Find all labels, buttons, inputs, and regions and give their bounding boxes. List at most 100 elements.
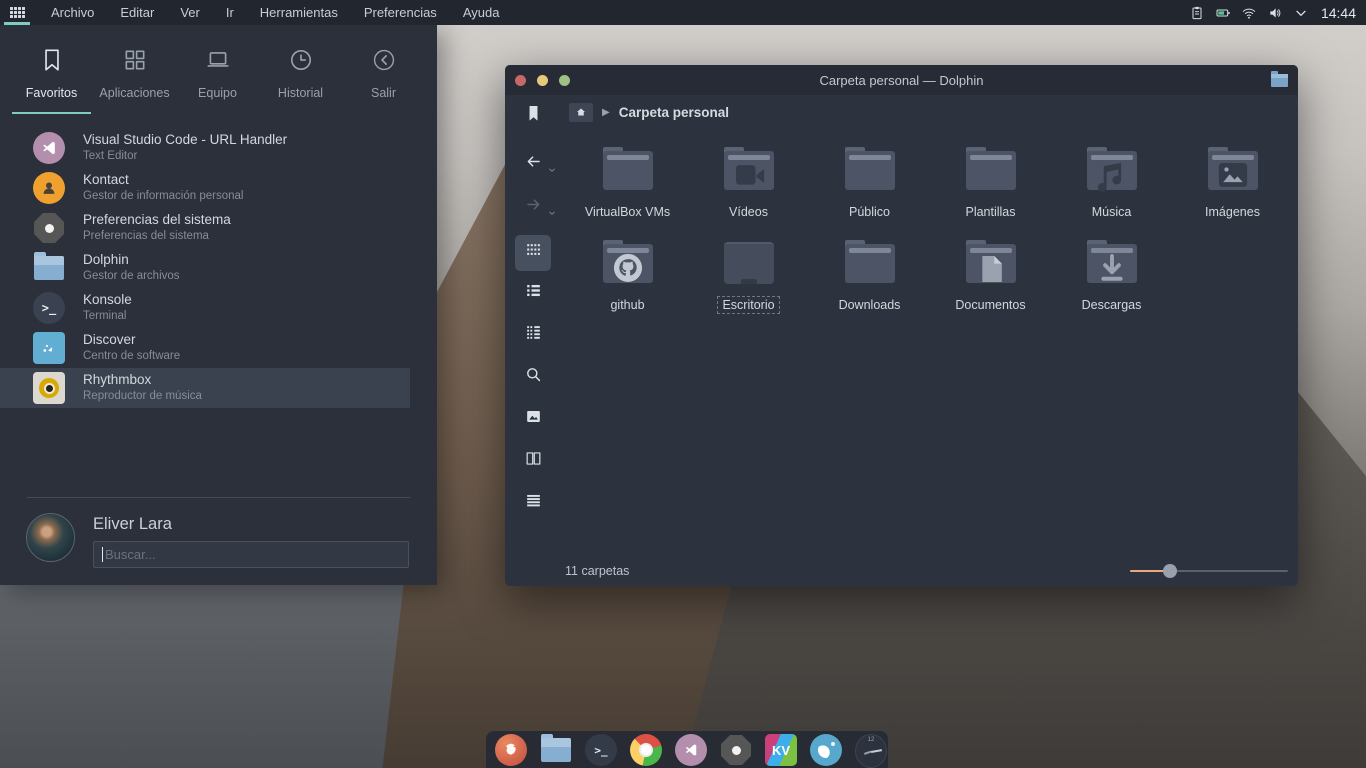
dock-vscode-icon[interactable] — [675, 734, 707, 766]
dolphin-icon — [33, 252, 65, 284]
dock-kdenlive-icon[interactable]: KV — [765, 734, 797, 766]
split-view-icon — [524, 449, 543, 473]
grid-view-button[interactable] — [515, 235, 551, 271]
app-item-discover[interactable]: Discover Centro de software — [0, 328, 437, 368]
app-grid-icon — [10, 7, 25, 18]
app-description: Text Editor — [83, 149, 287, 163]
app-item-rhythmbox[interactable]: Rhythmbox Reproductor de música — [0, 368, 410, 408]
clock[interactable]: 14:44 — [1321, 5, 1356, 21]
maximize-button[interactable] — [559, 75, 570, 86]
app-item-kontact[interactable]: Kontact Gestor de información personal — [0, 168, 437, 208]
forward-button[interactable] — [521, 196, 545, 218]
tab-favoritos[interactable]: Favoritos — [10, 39, 93, 114]
folder-icon — [844, 147, 896, 191]
split-view-button[interactable] — [521, 450, 545, 472]
plain-glyph-icon — [602, 161, 654, 191]
volume-icon[interactable] — [1267, 4, 1284, 21]
music-glyph-icon — [1086, 161, 1138, 191]
search-button[interactable] — [521, 366, 545, 388]
app-item-settings[interactable]: Preferencias del sistema Preferencias de… — [0, 208, 437, 248]
rhythmbox-icon — [33, 372, 65, 404]
plain-glyph-icon — [965, 161, 1017, 191]
preview-button[interactable] — [521, 408, 545, 430]
menu-archivo[interactable]: Archivo — [38, 1, 107, 24]
dock-chrome-icon[interactable] — [630, 734, 662, 766]
app-name: Visual Studio Code - URL Handler — [83, 132, 287, 149]
dock-settings-icon[interactable] — [720, 734, 752, 766]
app-description: Centro de software — [83, 349, 180, 363]
folder-name: Downloads — [834, 296, 906, 314]
slider-handle[interactable] — [1163, 564, 1177, 578]
logout-icon — [371, 47, 397, 76]
folder-name: Vídeos — [724, 203, 773, 221]
folder-item-público[interactable]: Público — [809, 137, 930, 230]
folder-item-downloads[interactable]: Downloads — [809, 230, 930, 323]
clipboard-icon[interactable] — [1189, 4, 1206, 21]
app-description: Gestor de información personal — [83, 189, 243, 203]
folder-item-vídeos[interactable]: Vídeos — [688, 137, 809, 230]
folder-item-documentos[interactable]: Documentos — [930, 230, 1051, 323]
battery-icon[interactable] — [1215, 4, 1232, 21]
breadcrumb-path[interactable]: Carpeta personal — [619, 105, 729, 120]
system-tray: 14:44 — [1189, 4, 1366, 21]
user-avatar[interactable] — [26, 513, 75, 562]
dock-clock-widget[interactable]: 12 — [855, 734, 887, 768]
menu-button[interactable] — [521, 492, 545, 514]
dock-paint-icon[interactable] — [810, 734, 842, 766]
folder-item-música[interactable]: Música — [1051, 137, 1172, 230]
app-description: Preferencias del sistema — [83, 229, 231, 243]
folder-item-descargas[interactable]: Descargas — [1051, 230, 1172, 323]
home-folder-button[interactable] — [569, 103, 593, 122]
dock-terminal-icon[interactable]: >_ — [585, 734, 617, 766]
wifi-icon[interactable] — [1241, 4, 1258, 21]
menu-preferencias[interactable]: Preferencias — [351, 1, 450, 24]
menu-editar[interactable]: Editar — [107, 1, 167, 24]
tab-equipo[interactable]: Equipo — [176, 39, 259, 114]
search-input[interactable] — [105, 547, 400, 562]
folder-grid: VirtualBox VMs Vídeos Público Plantillas — [567, 137, 1293, 323]
caret-down-icon[interactable] — [548, 161, 556, 179]
app-item-konsole[interactable]: >_ Konsole Terminal — [0, 288, 437, 328]
folder-item-virtualbox-vms[interactable]: VirtualBox VMs — [567, 137, 688, 230]
github-glyph-icon — [602, 254, 654, 284]
user-name: Eliver Lara — [93, 515, 409, 534]
folder-item-github[interactable]: github — [567, 230, 688, 323]
close-button[interactable] — [515, 75, 526, 86]
dock-firefox-icon[interactable] — [495, 734, 527, 766]
app-launcher-button[interactable] — [0, 0, 34, 25]
tab-label: Salir — [371, 86, 396, 100]
menu-ayuda[interactable]: Ayuda — [450, 1, 513, 24]
bookmark-button[interactable] — [521, 105, 545, 127]
window-titlebar[interactable]: Carpeta personal — Dolphin — [505, 65, 1298, 95]
minimize-button[interactable] — [537, 75, 548, 86]
folder-icon — [1207, 147, 1259, 191]
tab-aplicaciones[interactable]: Aplicaciones — [93, 39, 176, 114]
history-icon — [288, 47, 314, 76]
plain-glyph-icon — [844, 254, 896, 284]
zoom-slider[interactable] — [1130, 563, 1288, 579]
tab-historial[interactable]: Historial — [259, 39, 342, 114]
menu-ver[interactable]: Ver — [167, 1, 213, 24]
folder-item-imágenes[interactable]: Imágenes — [1172, 137, 1293, 230]
compact-view-button[interactable] — [521, 324, 545, 346]
folder-item-plantillas[interactable]: Plantillas — [930, 137, 1051, 230]
dock-files-icon[interactable] — [540, 734, 572, 766]
dolphin-window: Carpeta personal — Dolphin ▶ Carpeta per… — [505, 65, 1298, 586]
launcher-search-box[interactable] — [93, 541, 409, 568]
app-item-vscode[interactable]: Visual Studio Code - URL Handler Text Ed… — [0, 128, 437, 168]
bookmark-icon — [39, 47, 65, 76]
app-item-dolphin[interactable]: Dolphin Gestor de archivos — [0, 248, 437, 288]
back-button[interactable] — [521, 153, 545, 175]
folder-item-escritorio[interactable]: Escritorio — [688, 230, 809, 323]
folder-icon — [1086, 240, 1138, 284]
video-glyph-icon — [723, 161, 775, 191]
app-name: Konsole — [83, 292, 132, 309]
list-view-button[interactable] — [521, 282, 545, 304]
menu-herramientas[interactable]: Herramientas — [247, 1, 351, 24]
menu-ir[interactable]: Ir — [213, 1, 247, 24]
caret-down-icon[interactable] — [548, 204, 556, 222]
folder-name: Plantillas — [960, 203, 1020, 221]
preview-icon — [524, 407, 543, 431]
tab-salir[interactable]: Salir — [342, 39, 425, 114]
chevron-down-icon[interactable] — [1293, 4, 1310, 21]
